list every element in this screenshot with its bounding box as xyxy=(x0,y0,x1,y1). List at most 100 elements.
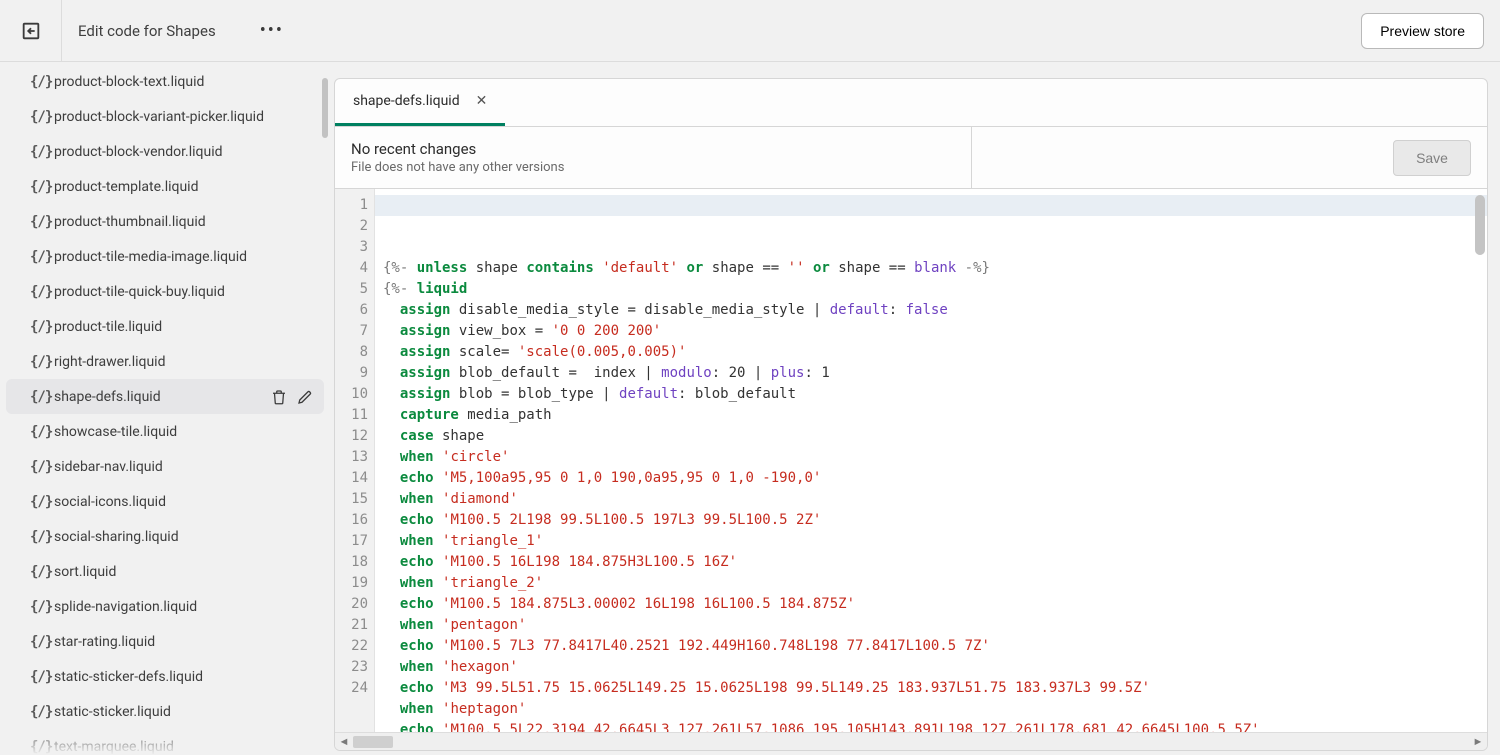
code-line[interactable]: when 'heptagon' xyxy=(383,699,1479,720)
file-item[interactable]: {/}product-tile.liquid xyxy=(0,309,330,344)
file-item[interactable]: {/}right-drawer.liquid xyxy=(0,344,330,379)
file-label: product-block-text.liquid xyxy=(54,74,320,90)
more-actions-button[interactable]: ••• xyxy=(260,20,284,41)
code-line[interactable]: echo 'M3 99.5L51.75 15.0625L149.25 15.06… xyxy=(383,678,1479,699)
file-item[interactable]: {/}product-thumbnail.liquid xyxy=(0,204,330,239)
line-number: 10 xyxy=(335,384,368,405)
code-line[interactable]: when 'hexagon' xyxy=(383,657,1479,678)
tab-close-button[interactable]: ✕ xyxy=(476,94,488,108)
file-item[interactable]: {/}product-tile-media-image.liquid xyxy=(0,239,330,274)
scroll-left-arrow[interactable]: ◄ xyxy=(335,735,353,748)
code-line[interactable]: echo 'M100.5 5L22.3194 42.6645L3 127.261… xyxy=(383,720,1479,732)
file-item[interactable]: {/}static-sticker.liquid xyxy=(0,694,330,729)
file-label: static-sticker.liquid xyxy=(54,704,320,720)
code-line[interactable]: assign blob_default = index | modulo: 20… xyxy=(383,363,1479,384)
code-line[interactable]: capture media_path xyxy=(383,405,1479,426)
code-line[interactable]: assign view_box = '0 0 200 200' xyxy=(383,321,1479,342)
sidebar-scrollbar[interactable] xyxy=(322,68,328,733)
code-line[interactable]: when 'triangle_2' xyxy=(383,573,1479,594)
file-label: showcase-tile.liquid xyxy=(54,424,320,440)
preview-store-button[interactable]: Preview store xyxy=(1361,13,1484,49)
line-number: 18 xyxy=(335,552,368,573)
code-content[interactable]: {%- unless shape contains 'default' or s… xyxy=(375,189,1487,732)
file-item[interactable]: {/}shape-defs.liquid xyxy=(6,379,324,414)
liquid-file-icon: {/} xyxy=(30,599,54,615)
status-line2: File does not have any other versions xyxy=(351,160,564,175)
delete-icon[interactable] xyxy=(270,388,288,406)
file-item[interactable]: {/}product-block-variant-picker.liquid xyxy=(0,99,330,134)
file-item[interactable]: {/}text-marquee.liquid xyxy=(0,729,330,755)
exit-icon xyxy=(20,20,42,42)
liquid-file-icon: {/} xyxy=(30,179,54,195)
rename-icon[interactable] xyxy=(296,388,314,406)
code-vertical-scrollbar-thumb[interactable] xyxy=(1475,195,1485,255)
file-item[interactable]: {/}social-icons.liquid xyxy=(0,484,330,519)
code-line[interactable]: case shape xyxy=(383,426,1479,447)
file-label: sidebar-nav.liquid xyxy=(54,459,320,475)
file-label: sort.liquid xyxy=(54,564,320,580)
liquid-file-icon: {/} xyxy=(30,74,54,90)
file-label: social-sharing.liquid xyxy=(54,529,320,545)
editor-tabs: shape-defs.liquid ✕ xyxy=(335,79,1487,127)
liquid-file-icon: {/} xyxy=(30,494,54,510)
line-number: 17 xyxy=(335,531,368,552)
code-line[interactable]: echo 'M5,100a95,95 0 1,0 190,0a95,95 0 1… xyxy=(383,468,1479,489)
code-line[interactable]: when 'triangle_1' xyxy=(383,531,1479,552)
tab-label: shape-defs.liquid xyxy=(353,93,460,109)
code-line[interactable]: when 'circle' xyxy=(383,447,1479,468)
line-number: 6 xyxy=(335,300,368,321)
line-number: 1 xyxy=(335,195,368,216)
file-item[interactable]: {/}social-sharing.liquid xyxy=(0,519,330,554)
liquid-file-icon: {/} xyxy=(30,739,54,755)
line-number: 19 xyxy=(335,573,368,594)
file-label: text-marquee.liquid xyxy=(54,739,320,755)
back-button[interactable] xyxy=(0,0,62,62)
line-gutter: 123456789101112131415161718192021222324 xyxy=(335,189,375,732)
file-item[interactable]: {/}sort.liquid xyxy=(0,554,330,589)
file-label: product-block-vendor.liquid xyxy=(54,144,320,160)
file-label: right-drawer.liquid xyxy=(54,354,320,370)
tab-shape-defs[interactable]: shape-defs.liquid ✕ xyxy=(335,79,505,126)
line-number: 5 xyxy=(335,279,368,300)
code-line[interactable]: assign scale= 'scale(0.005,0.005)' xyxy=(383,342,1479,363)
file-item[interactable]: {/}product-tile-quick-buy.liquid xyxy=(0,274,330,309)
topbar: Edit code for Shapes ••• Preview store xyxy=(0,0,1500,62)
liquid-file-icon: {/} xyxy=(30,144,54,160)
code-line[interactable]: assign blob = blob_type | default: blob_… xyxy=(383,384,1479,405)
code-line[interactable]: when 'diamond' xyxy=(383,489,1479,510)
code-line[interactable]: {%- unless shape contains 'default' or s… xyxy=(383,258,1479,279)
code-line[interactable]: echo 'M100.5 2L198 99.5L100.5 197L3 99.5… xyxy=(383,510,1479,531)
file-item[interactable]: {/}static-sticker-defs.liquid xyxy=(0,659,330,694)
code-line[interactable]: echo 'M100.5 16L198 184.875H3L100.5 16Z' xyxy=(383,552,1479,573)
file-item[interactable]: {/}showcase-tile.liquid xyxy=(0,414,330,449)
editor-panel: shape-defs.liquid ✕ No recent changes Fi… xyxy=(330,62,1500,755)
code-line[interactable]: {%- liquid xyxy=(383,279,1479,300)
file-item[interactable]: {/}star-rating.liquid xyxy=(0,624,330,659)
line-number: 4 xyxy=(335,258,368,279)
sidebar-scrollbar-thumb[interactable] xyxy=(322,78,328,138)
line-number: 22 xyxy=(335,636,368,657)
file-item[interactable]: {/}product-block-vendor.liquid xyxy=(0,134,330,169)
line-number: 13 xyxy=(335,447,368,468)
code-horizontal-scrollbar[interactable]: ◄ ► xyxy=(335,732,1487,750)
line-number: 14 xyxy=(335,468,368,489)
file-label: product-block-variant-picker.liquid xyxy=(54,109,320,125)
file-item[interactable]: {/}sidebar-nav.liquid xyxy=(0,449,330,484)
liquid-file-icon: {/} xyxy=(30,389,54,405)
code-line[interactable]: echo 'M100.5 7L3 77.8417L40.2521 192.449… xyxy=(383,636,1479,657)
save-button[interactable]: Save xyxy=(1393,140,1471,176)
file-item[interactable]: {/}product-block-text.liquid xyxy=(0,64,330,99)
code-line[interactable]: echo 'M100.5 184.875L3.00002 16L198 16L1… xyxy=(383,594,1479,615)
liquid-file-icon: {/} xyxy=(30,214,54,230)
scroll-right-arrow[interactable]: ► xyxy=(1469,735,1487,748)
liquid-file-icon: {/} xyxy=(30,564,54,580)
code-line[interactable]: assign disable_media_style = disable_med… xyxy=(383,300,1479,321)
file-list: {/}product-block-text.liquid{/}product-b… xyxy=(0,64,330,755)
line-number: 2 xyxy=(335,216,368,237)
line-number: 12 xyxy=(335,426,368,447)
file-item[interactable]: {/}splide-navigation.liquid xyxy=(0,589,330,624)
code-horizontal-scrollbar-thumb[interactable] xyxy=(353,736,393,748)
code-line[interactable]: when 'pentagon' xyxy=(383,615,1479,636)
code-editor[interactable]: 123456789101112131415161718192021222324 … xyxy=(335,189,1487,732)
file-item[interactable]: {/}product-template.liquid xyxy=(0,169,330,204)
